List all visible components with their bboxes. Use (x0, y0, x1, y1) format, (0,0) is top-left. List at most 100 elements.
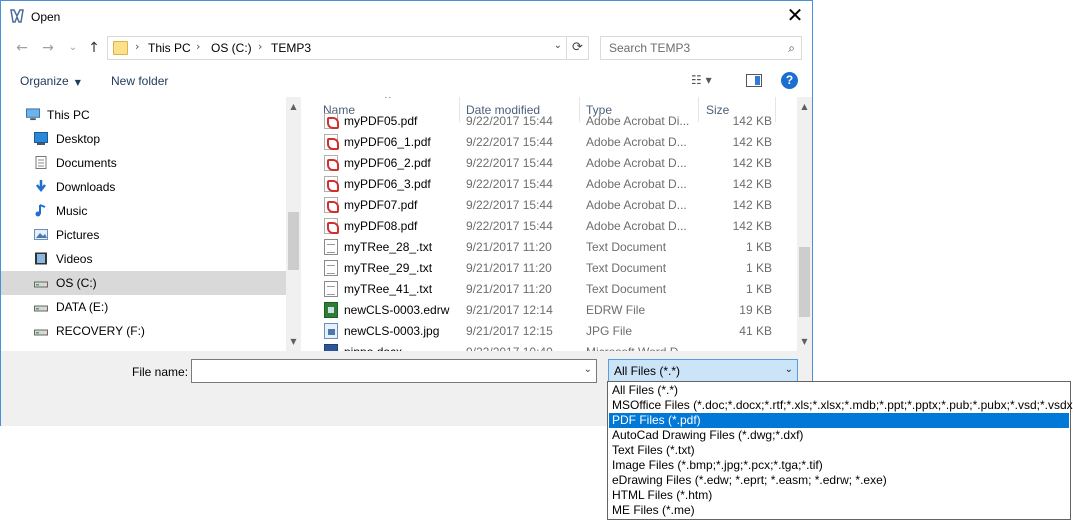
sidebar-item-pictures[interactable]: Pictures (1, 223, 286, 247)
up-arrow-icon[interactable]: ↑ (85, 39, 103, 57)
file-row[interactable]: myTRee_41_.txt 9/21/2017 11:20 Text Docume… (301, 278, 797, 299)
refresh-icon[interactable]: ⟳ (567, 36, 589, 60)
scroll-down-icon[interactable]: ▼ (797, 334, 812, 349)
sidebar-item-music[interactable]: Music (1, 199, 286, 223)
file-date-modified: 9/22/2017 15:44 (466, 156, 553, 170)
sidebar-item-label: OS (C:) (56, 276, 97, 290)
organize-button[interactable]: Organize ▼ (20, 74, 81, 88)
sidebar-item-data-e[interactable]: DATA (E:) (1, 295, 286, 319)
edrw-file-icon (324, 302, 338, 318)
file-size: 142 KB (732, 219, 772, 233)
scroll-up-icon[interactable]: ▲ (797, 99, 812, 114)
search-box[interactable]: Search TEMP3 ⌕ (600, 36, 802, 60)
pdf-file-icon (324, 197, 339, 213)
sidebar-item-this-pc[interactable]: This PC (1, 103, 286, 127)
file-type-option[interactable]: MSOffice Files (*.doc;*.docx;*.rtf;*.xls… (609, 398, 1073, 413)
breadcrumb-os-c[interactable]: OS (C:) (211, 41, 252, 55)
file-row[interactable]: newCLS-0003.jpg 9/21/2017 12:15 JPG File 41… (301, 320, 797, 341)
file-name: myPDF06_2.pdf (344, 156, 431, 170)
jpg-file-icon (324, 323, 338, 339)
file-type-option[interactable]: eDrawing Files (*.edw; *.eprt; *.easm; *… (609, 473, 1069, 488)
forward-arrow-icon[interactable]: → (39, 39, 57, 57)
file-size: 142 KB (732, 198, 772, 212)
documents-icon (35, 156, 47, 169)
search-input[interactable]: Search TEMP3 (609, 41, 690, 55)
close-icon[interactable]: ✕ (778, 1, 812, 31)
navigation-pane: This PC Desktop Documents Downloads Music Pic… (1, 97, 301, 351)
file-row[interactable]: myPDF06_1.pdf 9/22/2017 15:44 Adobe Acroba… (301, 131, 797, 152)
file-row[interactable]: myTRee_29_.txt 9/21/2017 11:20 Text Docume… (301, 257, 797, 278)
recent-locations-icon[interactable]: ⌄ (64, 39, 82, 57)
file-type-option[interactable]: All Files (*.*) (609, 383, 1069, 398)
file-type-option[interactable]: AutoCad Drawing Files (*.dwg;*.dxf) (609, 428, 1069, 443)
scroll-thumb[interactable] (288, 212, 299, 270)
file-row[interactable]: myPDF07.pdf 9/22/2017 15:44 Adobe Acrobat … (301, 194, 797, 215)
help-icon[interactable]: ? (781, 72, 798, 89)
sidebar-item-label: DATA (E:) (56, 300, 109, 314)
breadcrumb-separator: › (196, 40, 201, 53)
scroll-down-icon[interactable]: ▼ (286, 334, 301, 349)
file-date-modified: 9/22/2017 15:44 (466, 135, 553, 149)
file-name-input[interactable]: ⌄ (191, 359, 597, 383)
file-size: 142 KB (732, 156, 772, 170)
file-type-option[interactable]: HTML Files (*.htm) (609, 488, 1069, 503)
file-row[interactable]: myPDF06_2.pdf 9/22/2017 15:44 Adobe Acroba… (301, 152, 797, 173)
sidebar-item-recovery-f[interactable]: RECOVERY (F:) (1, 319, 286, 343)
file-size: 142 KB (732, 135, 772, 149)
sidebar-item-label: Desktop (56, 132, 101, 146)
sidebar-item-label: Videos (56, 252, 93, 266)
file-name: myTRee_41_.txt (344, 282, 433, 296)
sidebar-item-downloads[interactable]: Downloads (1, 175, 286, 199)
sidebar-item-os-c[interactable]: OS (C:) (1, 271, 286, 295)
computer-icon (26, 108, 40, 121)
scroll-up-icon[interactable]: ▲ (286, 99, 301, 114)
navigation-scrollbar[interactable]: ▲ ▼ (286, 97, 301, 351)
file-row[interactable]: newCLS-0003.edrw 9/21/2017 12:14 EDRW File… (301, 299, 797, 320)
file-name: myPDF05.pdf (344, 114, 418, 128)
chevron-down-icon[interactable]: ⌄ (785, 364, 793, 375)
sidebar-item-videos[interactable]: Videos (1, 247, 286, 271)
file-name: myPDF06_1.pdf (344, 135, 431, 149)
preview-pane-icon[interactable] (746, 74, 762, 87)
file-type: EDRW File (586, 303, 646, 317)
file-type-select[interactable]: All Files (*.*) ⌄ (608, 359, 798, 383)
file-type-option[interactable]: Image Files (*.bmp;*.jpg;*.pcx;*.tga;*.t… (609, 458, 1069, 473)
file-type-option[interactable]: ME Files (*.me) (609, 503, 1069, 518)
file-row[interactable]: myTRee_28_.txt 9/21/2017 11:20 Text Docume… (301, 236, 797, 257)
file-list-scrollbar[interactable]: ▲ ▼ (797, 97, 812, 351)
sidebar-item-documents[interactable]: Documents (1, 151, 286, 175)
file-row[interactable]: myPDF05.pdf 9/22/2017 15:44 Adobe Acrobat … (301, 110, 797, 131)
pictures-icon (34, 229, 48, 240)
file-row[interactable]: myPDF08.pdf 9/22/2017 15:44 Adobe Acrobat … (301, 215, 797, 236)
file-size: 41 KB (739, 324, 772, 338)
file-date-modified: 9/22/2017 15:44 (466, 219, 553, 233)
file-size: 142 KB (732, 114, 772, 128)
desktop-icon (34, 132, 48, 145)
new-folder-button[interactable]: New folder (111, 74, 168, 88)
breadcrumb-this-pc[interactable]: This PC (148, 41, 191, 55)
file-type: Adobe Acrobat D... (586, 219, 687, 233)
pdf-file-icon (324, 176, 339, 192)
scroll-thumb[interactable] (799, 247, 810, 317)
txt-file-icon (324, 281, 338, 297)
sort-ascending-icon: ^ (384, 97, 392, 105)
view-options-icon[interactable]: ☷ ▾ (691, 73, 712, 87)
back-arrow-icon[interactable]: ← (13, 39, 31, 57)
videos-icon (35, 252, 47, 265)
address-bar[interactable]: › This PC › OS (C:) › TEMP3 ⌄ (107, 36, 567, 60)
sidebar-item-label: RECOVERY (F:) (56, 324, 145, 338)
search-icon[interactable]: ⌕ (788, 41, 795, 56)
file-name: myTRee_28_.txt (344, 240, 433, 254)
navigation-bar: ← → ⌄ ↑ › This PC › OS (C:) › TEMP3 ⌄ ⟳ … (1, 32, 812, 64)
file-date-modified: 9/21/2017 11:20 (466, 282, 552, 296)
file-type-option[interactable]: Text Files (*.txt) (609, 443, 1069, 458)
breadcrumb-temp3[interactable]: TEMP3 (271, 41, 311, 55)
open-dialog: Open ✕ ← → ⌄ ↑ › This PC › OS (C:) › TEM… (0, 0, 813, 426)
sidebar-item-desktop[interactable]: Desktop (1, 127, 286, 151)
chevron-down-icon[interactable]: ⌄ (554, 40, 562, 51)
file-row[interactable]: pippo.docx9/22/2017 10:40Microsoft Word … (301, 341, 797, 351)
chevron-down-icon[interactable]: ⌄ (584, 364, 592, 375)
file-row[interactable]: myPDF06_3.pdf 9/22/2017 15:44 Adobe Acroba… (301, 173, 797, 194)
file-date-modified: 9/22/2017 15:44 (466, 114, 553, 128)
file-type-option[interactable]: PDF Files (*.pdf) (609, 413, 1069, 428)
